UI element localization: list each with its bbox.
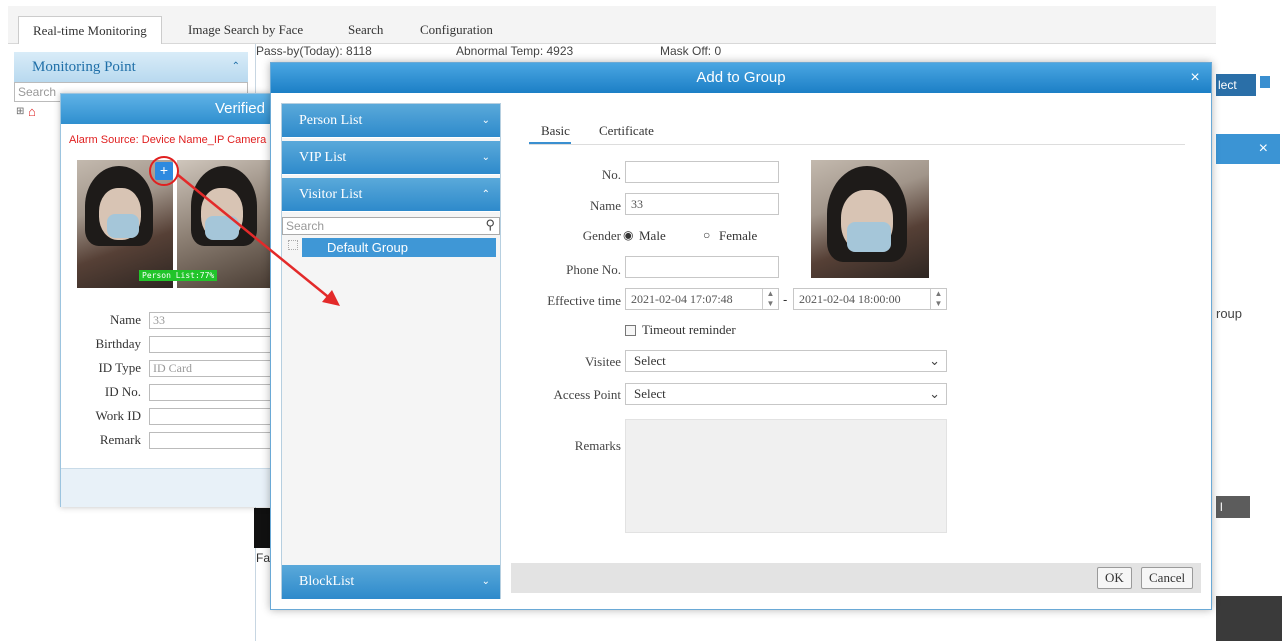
annotation-arrow — [177, 174, 340, 306]
